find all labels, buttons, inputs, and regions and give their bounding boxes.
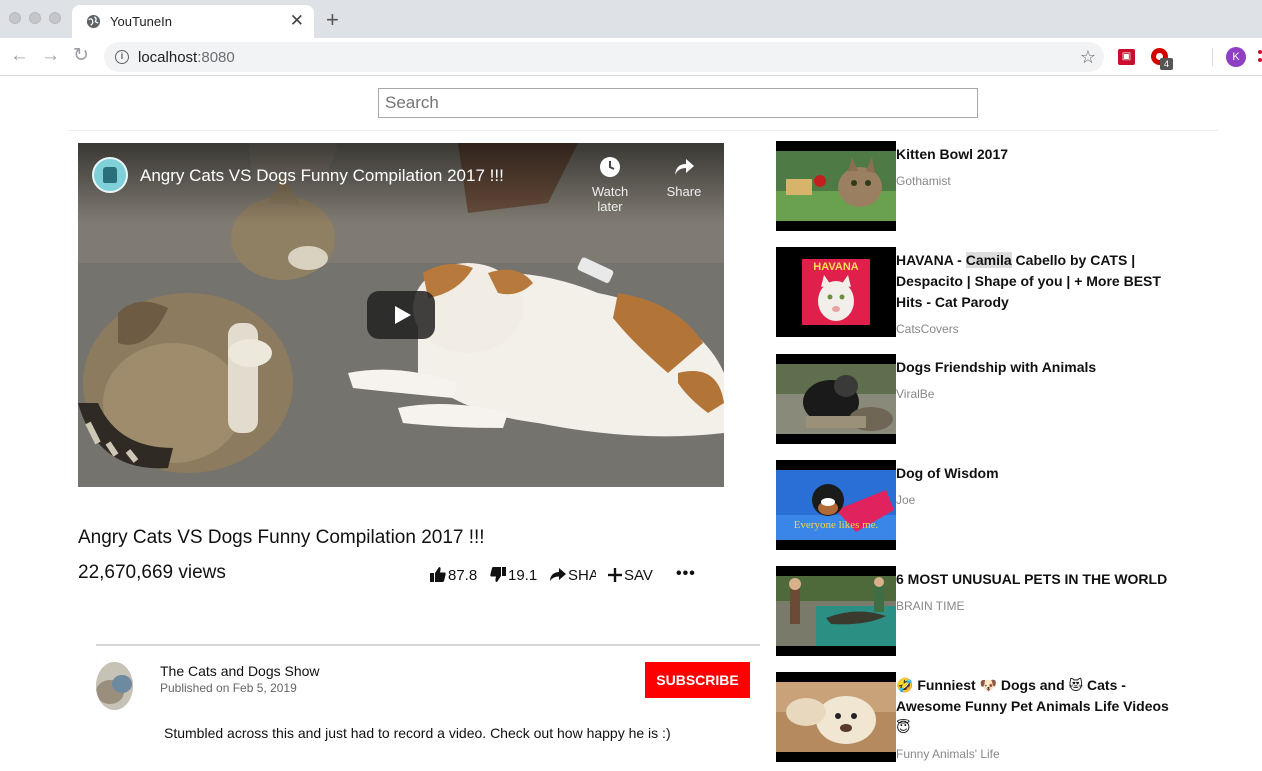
recommendation-title[interactable]: 6 MOST UNUSUAL PETS IN THE WORLD: [896, 569, 1178, 590]
recommendation-title[interactable]: HAVANA - Camila Cabello by CATS | Despac…: [896, 250, 1178, 313]
play-button[interactable]: [367, 291, 435, 339]
recommendation-title[interactable]: Kitten Bowl 2017: [896, 144, 1178, 165]
publish-date: Published on Feb 5, 2019: [160, 681, 297, 695]
recommendation-thumbnail[interactable]: [776, 566, 896, 656]
video-player[interactable]: Angry Cats VS Dogs Funny Compilation 201…: [78, 143, 724, 487]
extension-badge: 4: [1160, 58, 1173, 70]
like-count: 87.8: [448, 567, 478, 584]
channel-avatar-image: [96, 662, 133, 710]
recommendation-channel: Joe: [896, 493, 916, 507]
recommendation-title[interactable]: 🤣 Funniest 🐶 Dogs and 😻 Cats - Awesome F…: [896, 675, 1178, 738]
browser-menu-icon[interactable]: [1256, 50, 1262, 64]
recommendation-title[interactable]: Dog of Wisdom: [896, 463, 1178, 484]
recommendation-channel: BRAIN TIME: [896, 599, 965, 613]
recommendation-item[interactable]: Everyone likes me. Dog of Wisdom Joe: [776, 460, 1196, 560]
video-title: Angry Cats VS Dogs Funny Compilation 201…: [78, 527, 485, 548]
recommendation-thumbnail[interactable]: [776, 354, 896, 444]
toolbar-divider: [1212, 48, 1213, 66]
player-overlay-title[interactable]: Angry Cats VS Dogs Funny Compilation 201…: [140, 166, 504, 186]
browser-tab[interactable]: YouTuneIn ✕: [72, 5, 314, 39]
view-count: 22,670,669 views: [78, 562, 226, 583]
save-button[interactable]: SAV: [608, 567, 656, 587]
globe-icon: [86, 14, 101, 29]
share-button[interactable]: SHA: [549, 567, 596, 587]
like-button[interactable]: 87.8: [430, 567, 478, 587]
extension-red-icon[interactable]: ▣: [1118, 49, 1135, 65]
browser-toolbar: ← → ↻ i localhost:8080 ☆ ▣ 4 K: [0, 38, 1262, 76]
new-tab-icon[interactable]: +: [326, 9, 339, 31]
window-minimize-button[interactable]: [29, 12, 41, 24]
subscribe-button[interactable]: SUBSCRIBE: [645, 662, 750, 698]
thumbs-up-icon: [430, 567, 446, 582]
channel-name[interactable]: The Cats and Dogs Show: [160, 663, 320, 679]
site-info-icon[interactable]: i: [115, 50, 129, 64]
dislike-count: 19.1: [508, 567, 538, 584]
recommendation-item[interactable]: HAVANA HAVANA - Camila Cabello by CATS |…: [776, 247, 1196, 347]
description-line: Stumbled across this and just had to rec…: [164, 725, 671, 741]
browser-tab-strip: YouTuneIn ✕ +: [0, 0, 1262, 39]
thumbs-down-icon: [490, 567, 506, 582]
player-channel-avatar[interactable]: [92, 157, 128, 193]
window-zoom-button[interactable]: [49, 12, 61, 24]
recommendation-thumbnail-text: HAVANA: [813, 261, 858, 273]
share-arrow-icon: [675, 159, 694, 175]
back-icon[interactable]: ←: [10, 44, 29, 68]
video-description: Stumbled across this and just had to rec…: [164, 724, 671, 742]
plus-icon: [608, 568, 622, 582]
recommendation-thumbnail-text: Everyone likes me.: [794, 519, 879, 531]
dislike-button[interactable]: 19.1: [490, 567, 538, 587]
url-text: localhost:8080: [138, 49, 235, 66]
channel-avatar[interactable]: [96, 662, 133, 710]
recommendation-thumbnail[interactable]: Everyone likes me.: [776, 460, 896, 550]
highlighted-text: Camila: [965, 252, 1012, 268]
section-divider: [96, 644, 760, 646]
profile-avatar[interactable]: K: [1226, 47, 1246, 67]
recommendation-item[interactable]: 6 MOST UNUSUAL PETS IN THE WORLD BRAIN T…: [776, 566, 1196, 666]
header-divider: [68, 130, 1218, 131]
recommendation-title[interactable]: Dogs Friendship with Animals: [896, 357, 1178, 378]
search-input[interactable]: [378, 88, 978, 118]
bookmark-star-icon[interactable]: ☆: [1080, 46, 1096, 68]
forward-icon[interactable]: →: [41, 44, 60, 68]
recommendation-thumbnail[interactable]: HAVANA: [776, 247, 896, 337]
recommendation-item[interactable]: 🤣 Funniest 🐶 Dogs and 😻 Cats - Awesome F…: [776, 672, 1196, 771]
reload-icon[interactable]: ↻: [73, 44, 89, 68]
tab-title: YouTuneIn: [110, 14, 172, 29]
watch-later-button[interactable]: Watch later: [580, 156, 640, 214]
recommendation-channel: CatsCovers: [896, 322, 959, 336]
address-bar[interactable]: i localhost:8080 ☆: [104, 42, 1104, 72]
recommendation-channel: Gothamist: [896, 174, 951, 188]
clock-icon: [600, 157, 620, 177]
recommendation-thumbnail[interactable]: [776, 141, 896, 231]
recommendation-channel: ViralBe: [896, 387, 935, 401]
recommendation-item[interactable]: Kitten Bowl 2017 Gothamist: [776, 141, 1196, 241]
more-actions-icon[interactable]: •••: [676, 565, 696, 583]
recommendation-thumbnail[interactable]: [776, 672, 896, 762]
recommendation-item[interactable]: Dogs Friendship with Animals ViralBe: [776, 354, 1196, 454]
window-close-button[interactable]: [9, 12, 21, 24]
recommendation-channel: Funny Animals' Life: [896, 747, 1000, 761]
close-tab-icon[interactable]: ✕: [290, 11, 304, 31]
share-icon: [550, 568, 566, 581]
player-share-button[interactable]: Share: [654, 156, 714, 199]
